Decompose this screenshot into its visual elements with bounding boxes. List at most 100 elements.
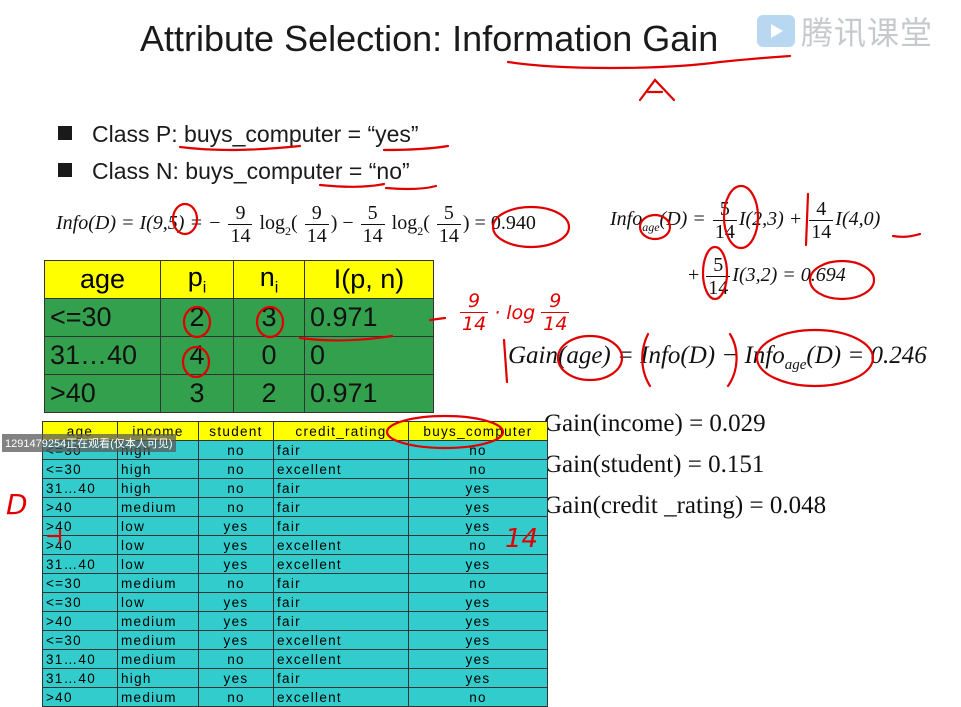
table-row: <=30 high no excellent no xyxy=(42,459,548,479)
bullet-square-icon xyxy=(58,163,72,177)
cell: >40 xyxy=(42,535,118,555)
cell: 0.971 xyxy=(304,298,434,337)
cell: >40 xyxy=(42,687,118,707)
table-row: 31…40 high yes fair yes xyxy=(42,668,548,688)
cell: yes xyxy=(408,611,548,631)
cell: yes xyxy=(198,668,274,688)
cell: no xyxy=(408,687,548,707)
watermark-text: 腾讯课堂 xyxy=(800,14,933,52)
cell: 31…40 xyxy=(42,554,118,574)
cell: medium xyxy=(117,649,199,669)
term-text: I(2,3) + xyxy=(738,208,803,231)
header-cell: student xyxy=(198,421,274,441)
cell: >40 xyxy=(42,611,118,631)
handwritten-log-text: · log xyxy=(494,301,536,324)
fraction: 5 14 xyxy=(712,198,737,243)
cell: no xyxy=(408,440,548,460)
log-text: log xyxy=(391,212,418,235)
cell: 31…40 xyxy=(44,336,161,375)
fraction: 5 14 xyxy=(436,202,461,247)
handwritten-log-note: 9 14 · log 9 14 xyxy=(458,290,571,335)
cell: fair xyxy=(273,668,409,688)
viewer-count-overlay: 1291479254正在观看(仅本人可见) xyxy=(2,434,176,452)
cell: 31…40 xyxy=(42,478,118,498)
cell: <=30 xyxy=(42,592,118,612)
table-row: 31…40 high no fair yes xyxy=(42,478,548,498)
cell: yes xyxy=(408,649,548,669)
training-data-table: age income student credit_rating buys_comput… xyxy=(42,421,548,707)
log-text: log xyxy=(259,212,286,235)
fraction: 9 14 xyxy=(304,202,329,247)
cell: yes xyxy=(408,497,548,517)
cell: excellent xyxy=(273,535,409,555)
cell: <=30 xyxy=(42,573,118,593)
cell: no xyxy=(408,459,548,479)
cell: no xyxy=(198,497,274,517)
cell: 31…40 xyxy=(42,668,118,688)
cell: 0 xyxy=(233,336,305,375)
cell: >40 xyxy=(42,497,118,517)
cell: 3 xyxy=(233,298,305,337)
cell: yes xyxy=(198,630,274,650)
cell: medium xyxy=(117,497,199,517)
cell: fair xyxy=(273,440,409,460)
bullet-text: Class P: buys_computer = “yes” xyxy=(92,121,419,147)
gain-text: Gain(age) = Info(D) − Info xyxy=(508,342,785,369)
bullet-square-icon xyxy=(58,126,72,140)
cell: yes xyxy=(408,668,548,688)
cell: yes xyxy=(408,478,548,498)
cell: <=30 xyxy=(42,630,118,650)
cell: excellent xyxy=(273,554,409,574)
cell: no xyxy=(198,573,274,593)
play-icon xyxy=(756,15,795,47)
cell: >40 xyxy=(42,516,118,536)
table-row: <=30 medium no fair no xyxy=(42,573,548,593)
term-text: I(4,0) xyxy=(835,208,881,231)
cell: excellent xyxy=(273,630,409,650)
log-base: 2 xyxy=(417,224,424,239)
info-age-formula-line2: + 5 14 I(3,2) = 0.694 xyxy=(688,254,846,299)
cell: yes xyxy=(408,630,548,650)
formula-result: ) = 0.940 xyxy=(462,212,536,235)
cell: low xyxy=(117,535,199,555)
term-text: I(3,2) = 0.694 xyxy=(732,264,846,287)
gain-age-formula: Gain(age) = Info(D) − Infoage(D) = 0.246 xyxy=(508,342,927,374)
header-cell: I(p, n) xyxy=(304,260,434,299)
cell: fair xyxy=(273,592,409,612)
cell: high xyxy=(117,459,199,479)
cell: >40 xyxy=(44,374,161,413)
handwritten-count-label: 14 xyxy=(505,524,539,554)
cell: medium xyxy=(117,630,199,650)
handwritten-fraction: 9 14 xyxy=(460,290,489,335)
cell: medium xyxy=(117,687,199,707)
cell: excellent xyxy=(273,649,409,669)
log-base: 2 xyxy=(285,224,292,239)
info-age-formula: Infoage(D) = 5 14 I(2,3) + 4 14 I(4,0) xyxy=(610,198,880,243)
table-header-row: age pi ni I(p, n) xyxy=(44,260,434,299)
cell: fair xyxy=(273,611,409,631)
cell: fair xyxy=(273,573,409,593)
cell: yes xyxy=(408,592,548,612)
cell: 0.971 xyxy=(304,374,434,413)
page-title: Attribute Selection: Information Gain xyxy=(140,18,719,59)
info-d-formula: Info(D) = I(9,5) = − 9 14 log2( 9 14) − 51… xyxy=(56,202,536,247)
bullet-text: Class N: buys_computer = “no” xyxy=(92,158,410,184)
table-row: <=30 low yes fair yes xyxy=(42,592,548,612)
info-text: (D) = xyxy=(659,208,706,231)
cell: fair xyxy=(273,478,409,498)
cell: yes xyxy=(198,554,274,574)
fraction: 5 14 xyxy=(360,202,385,247)
cell: low xyxy=(117,516,199,536)
age-summary-table: age pi ni I(p, n) <=30 2 3 0.971 31…40 4 0 0 >… xyxy=(44,260,434,413)
table-row: 31…40 low yes excellent yes xyxy=(42,554,548,574)
age-subscript: age xyxy=(642,220,660,235)
table-row: >40 medium no fair yes xyxy=(42,497,548,517)
cell: yes xyxy=(198,611,274,631)
header-cell: ni xyxy=(233,260,305,299)
stroke-mark xyxy=(502,338,509,384)
header-cell: pi xyxy=(160,260,234,299)
cell: 2 xyxy=(160,298,234,337)
table-row: >40 low yes fair yes xyxy=(42,516,548,536)
cell: no xyxy=(198,687,274,707)
minus-text: ) − xyxy=(330,212,354,235)
